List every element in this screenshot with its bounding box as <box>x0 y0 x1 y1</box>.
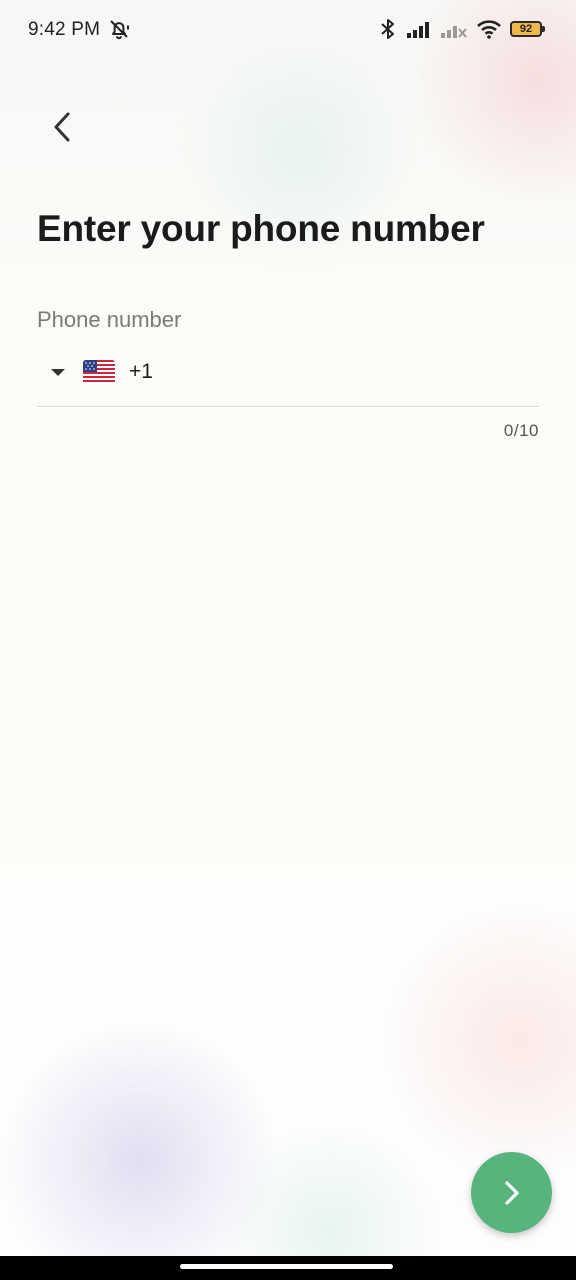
status-time: 9:42 PM <box>28 19 101 40</box>
battery-level: 92 <box>519 23 533 35</box>
battery-icon: 92 <box>510 21 545 37</box>
page-title: Enter your phone number <box>37 208 485 249</box>
signal-icon <box>407 22 429 38</box>
next-button[interactable] <box>471 1152 552 1233</box>
bluetooth-icon <box>381 19 394 39</box>
navigation-bar <box>0 1256 576 1280</box>
home-indicator[interactable] <box>180 1264 393 1269</box>
chevron-left-icon <box>54 112 70 142</box>
signal-no-service-icon <box>441 26 467 38</box>
dropdown-arrow-icon <box>51 368 65 376</box>
wifi-icon <box>477 20 501 39</box>
mute-icon <box>110 20 129 40</box>
phone-number-label: Phone number <box>37 307 182 332</box>
status-bar: 9:42 PM 92 <box>0 0 576 60</box>
status-icons: 92 <box>378 17 545 41</box>
chevron-right-icon <box>504 1180 519 1205</box>
phone-number-input[interactable] <box>177 351 531 397</box>
country-code-picker[interactable]: +1 <box>51 355 153 389</box>
character-counter: 0/10 <box>503 421 539 440</box>
phone-number-field: +1 <box>37 345 539 407</box>
dial-code: +1 <box>129 360 153 383</box>
back-button[interactable] <box>36 100 90 154</box>
us-flag-icon <box>83 360 115 384</box>
